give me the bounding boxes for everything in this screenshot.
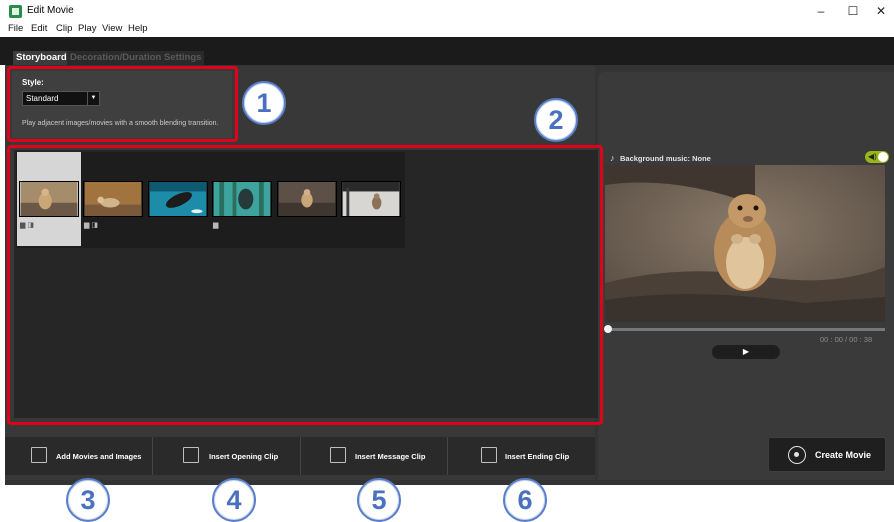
insert-opening-clip-button[interactable]: Insert Opening Clip [153, 437, 300, 475]
callout-number-3: 3 [66, 478, 110, 522]
app-icon [9, 5, 22, 18]
time-readout: 00 : 00 / 00 : 38 [820, 335, 873, 344]
menu-view[interactable]: View [102, 23, 122, 34]
menu-bar: File Edit Clip Play View Help [0, 22, 894, 37]
play-button[interactable]: ▶ [712, 345, 780, 359]
timeline-track[interactable] [607, 328, 885, 331]
minimize-button[interactable]: – [806, 2, 836, 20]
background-music-toggle[interactable]: ◀) [865, 151, 889, 163]
add-media-icon [31, 447, 47, 463]
menu-help[interactable]: Help [128, 23, 148, 34]
close-button[interactable]: ✕ [866, 2, 894, 20]
menu-clip[interactable]: Clip [56, 23, 72, 34]
music-note-icon: ♪ [610, 153, 615, 163]
tab-storyboard[interactable]: Storyboard [13, 51, 70, 65]
title-bar: Edit Movie – ☐ ✕ [0, 0, 894, 22]
maximize-button[interactable]: ☐ [838, 2, 868, 20]
add-movies-images-button[interactable]: Add Movies and Images [5, 437, 152, 475]
create-movie-icon [788, 446, 806, 464]
menu-play[interactable]: Play [78, 23, 96, 34]
insert-message-clip-button[interactable]: Insert Message Clip [301, 437, 448, 475]
timeline-scrubber[interactable] [604, 325, 612, 333]
callout-number-6: 6 [503, 478, 547, 522]
menu-edit[interactable]: Edit [31, 23, 47, 34]
opening-clip-icon [183, 447, 199, 463]
speaker-icon: ◀) [868, 152, 877, 161]
message-clip-icon [330, 447, 346, 463]
toolbar-strip [0, 37, 894, 49]
insert-ending-clip-button[interactable]: Insert Ending Clip [448, 437, 595, 475]
ending-clip-icon [481, 447, 497, 463]
preview-video [605, 165, 885, 322]
create-movie-button[interactable]: Create Movie [768, 437, 886, 472]
tab-bar: Storyboard Decoration/Duration Settings [0, 49, 894, 65]
callout-number-1: 1 [242, 81, 286, 125]
insert-opening-clip-label: Insert Opening Clip [209, 452, 279, 461]
callout-frame-style [7, 66, 238, 142]
tab-decoration-duration[interactable]: Decoration/Duration Settings [67, 51, 205, 65]
toggle-knob [878, 152, 888, 162]
callout-number-2: 2 [534, 98, 578, 142]
menu-file[interactable]: File [8, 23, 23, 34]
callout-frame-storyboard [7, 145, 603, 425]
create-movie-label: Create Movie [815, 450, 872, 460]
add-movies-images-label: Add Movies and Images [56, 452, 142, 461]
background-music-label[interactable]: Background music: None [620, 154, 711, 163]
callout-number-5: 5 [357, 478, 401, 522]
callout-number-4: 4 [212, 478, 256, 522]
insert-ending-clip-label: Insert Ending Clip [505, 452, 570, 461]
insert-message-clip-label: Insert Message Clip [355, 452, 426, 461]
window-title: Edit Movie [27, 5, 74, 16]
